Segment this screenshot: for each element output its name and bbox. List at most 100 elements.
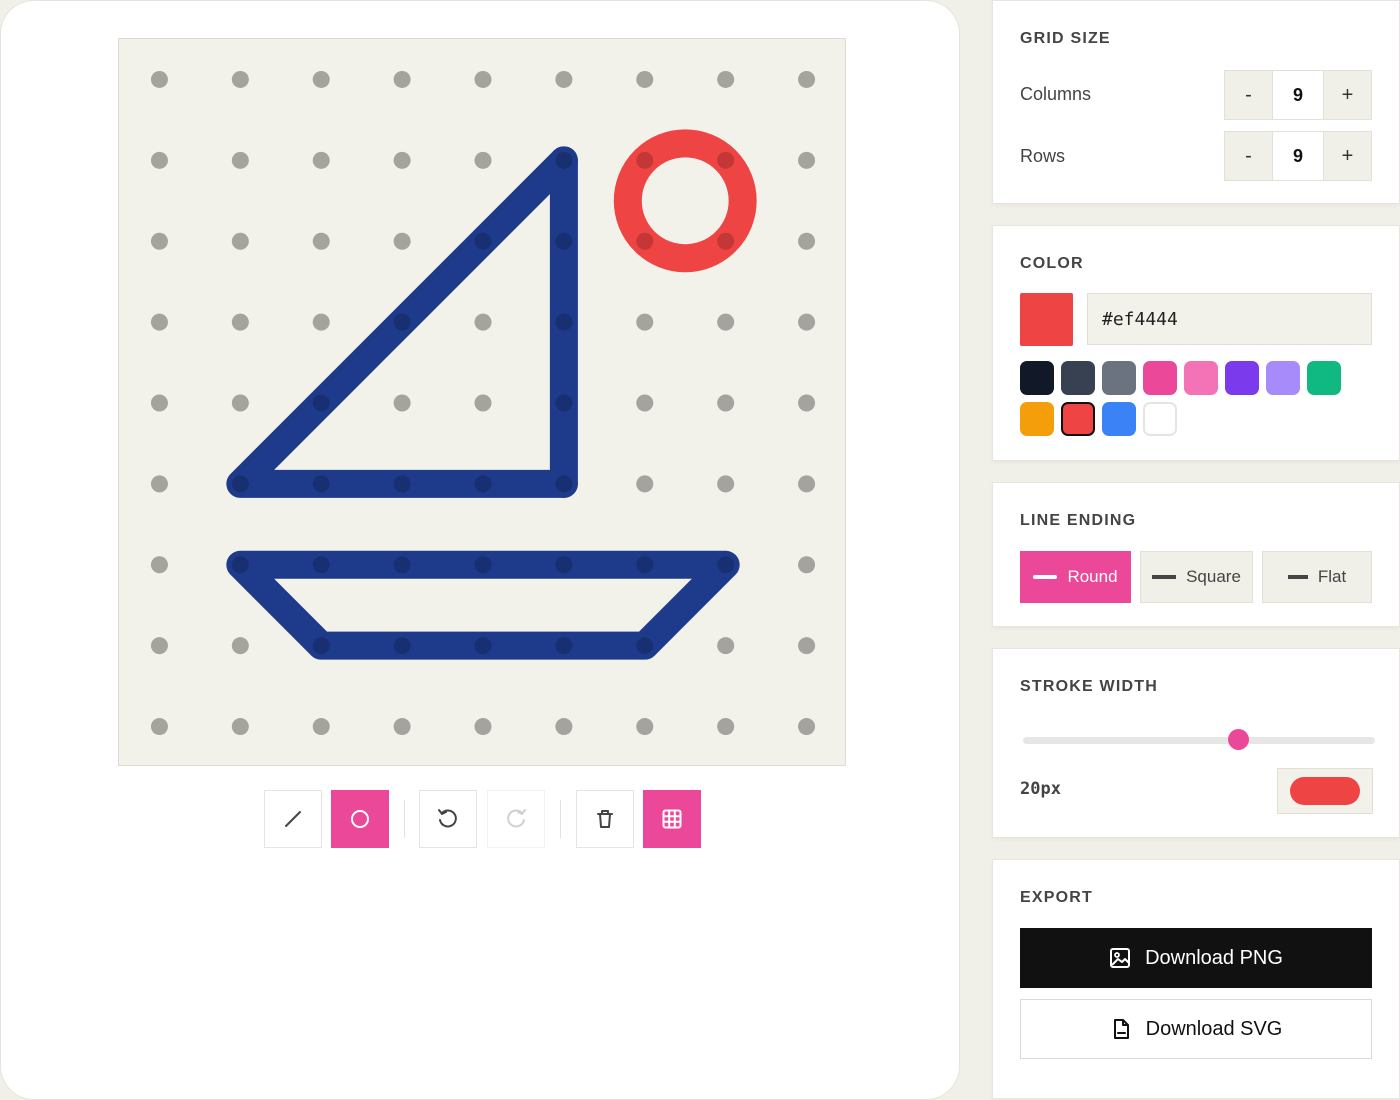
grid-dot-overlay [312,313,330,331]
toolbar [1,790,961,848]
line-icon [285,811,301,827]
rows-increment-button[interactable]: + [1323,131,1372,181]
grid-dot-overlay [717,394,735,412]
palette-swatch[interactable] [1307,361,1341,395]
grid-dot-overlay [798,394,816,412]
grid-size-panel: GRID SIZE Columns - 9 + Rows - 9 + [992,0,1400,204]
drawn-line[interactable] [226,550,740,660]
line-tool[interactable] [264,790,322,848]
stroke-width-title: STROKE WIDTH [1020,678,1158,695]
palette-swatch[interactable] [1061,402,1095,436]
download-png-label: Download PNG [1145,946,1283,969]
redo-icon [507,809,526,828]
grid-dot-overlay [555,718,573,736]
grid-dot-overlay [150,232,168,250]
grid-dot-overlay [150,151,168,169]
drawing-board[interactable] [118,38,846,766]
rows-value[interactable]: 9 [1273,131,1323,181]
grid-dot-overlay [231,313,249,331]
download-svg-button[interactable]: Download SVG [1020,999,1372,1059]
palette-swatch[interactable] [1102,402,1136,436]
undo-button[interactable] [419,790,477,848]
palette-swatch[interactable] [1020,361,1054,395]
columns-increment-button[interactable]: + [1323,70,1372,120]
palette-swatch[interactable] [1225,361,1259,395]
stroke-preview [1277,768,1373,814]
stroke-width-slider-track[interactable] [1023,737,1375,744]
drawing-canvas[interactable] [119,39,847,767]
grid-dot-overlay [798,556,816,574]
palette-swatch[interactable] [1143,402,1177,436]
columns-value[interactable]: 9 [1273,70,1323,120]
stroke-preview-pill [1290,777,1360,805]
grid-dot-overlay [312,151,330,169]
palette-swatch[interactable] [1020,402,1054,436]
grid-dot-overlay [636,394,654,412]
file-icon [1113,1019,1129,1039]
clear-button[interactable] [576,790,634,848]
rows-decrement-button[interactable]: - [1224,131,1273,181]
grid-dot-overlay [474,70,492,88]
palette-swatch[interactable] [1143,361,1177,395]
rows-label: Rows [1020,146,1066,166]
current-color-swatch[interactable] [1020,293,1073,346]
grid-dot-overlay [393,637,411,655]
grid-dot-overlay [636,151,654,169]
grid-dot-overlay [393,151,411,169]
stroke-width-readout: 20px [1020,779,1061,799]
circle-tool[interactable] [331,790,389,848]
grid-dot-overlay [312,556,330,574]
grid-dot-overlay [393,394,411,412]
redo-button[interactable] [487,790,545,848]
grid-dot-overlay [312,637,330,655]
grid-dot-overlay [636,718,654,736]
palette-swatch[interactable] [1266,361,1300,395]
line-ending-square-button[interactable]: Square [1140,551,1253,603]
grid-dot-overlay [555,637,573,655]
grid-dot-overlay [474,718,492,736]
columns-label: Columns [1020,84,1092,104]
download-svg-label: Download SVG [1145,1017,1283,1040]
palette-swatch[interactable] [1184,361,1218,395]
grid-dot-overlay [717,232,735,250]
grid-dot-overlay [150,637,168,655]
grid-dot-overlay [474,232,492,250]
columns-decrement-button[interactable]: - [1224,70,1273,120]
rows-stepper: - 9 + [1224,131,1372,181]
line-ending-panel: LINE ENDING Round Square Flat [992,482,1400,627]
grid-dot-overlay [717,475,735,493]
grid-dot-overlay [474,151,492,169]
grid-toggle[interactable] [643,790,701,848]
stroke-width-slider-thumb[interactable] [1228,729,1250,750]
grid-dot-overlay [717,70,735,88]
download-png-button[interactable]: Download PNG [1020,928,1372,988]
grid-dot-overlay [636,313,654,331]
line-ending-flat-button[interactable]: Flat [1262,551,1372,603]
grid-dot-overlay [231,232,249,250]
grid-dot-overlay [393,232,411,250]
grid-dot-overlay [636,475,654,493]
grid-dot-overlay [798,718,816,736]
grid-dot-overlay [717,637,735,655]
toolbar-divider [560,800,561,838]
grid-dot-overlay [555,475,573,493]
grid-dot-overlay [150,394,168,412]
grid-dot-overlay [555,394,573,412]
grid-dot-overlay [798,313,816,331]
grid-dot-overlay [231,394,249,412]
grid-size-title: GRID SIZE [1020,30,1111,47]
grid-dot-overlay [555,151,573,169]
palette-swatch[interactable] [1061,361,1095,395]
line-ending-square-label: Square [1186,567,1241,586]
export-title: EXPORT [1020,889,1093,906]
grid-dot-overlay [312,475,330,493]
hex-color-input[interactable] [1087,293,1372,345]
canvas-card [0,0,960,1100]
line-ending-round-label: Round [1067,567,1118,586]
line-ending-round-button[interactable]: Round [1020,551,1131,603]
grid-dot-overlay [555,313,573,331]
grid-dot-overlay [231,556,249,574]
line-ending-flat-label: Flat [1317,567,1347,586]
image-icon [1110,948,1131,968]
palette-swatch[interactable] [1102,361,1136,395]
